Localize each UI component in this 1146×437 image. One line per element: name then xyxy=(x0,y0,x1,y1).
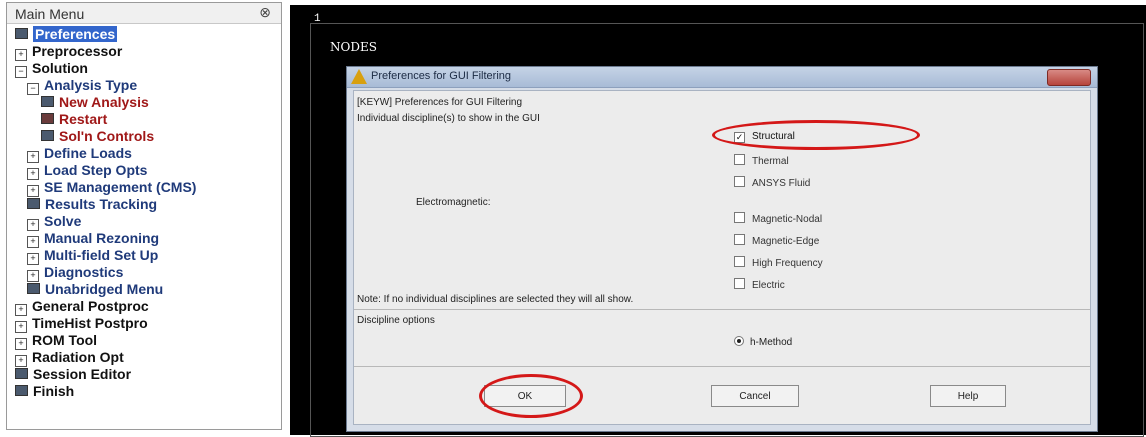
main-menu-panel: Main Menu ⊗ Preferences + Preprocessor − S… xyxy=(6,2,282,430)
menu-item-label: General Postproc xyxy=(32,298,149,314)
menu-item-label: Radiation Opt xyxy=(32,349,124,365)
menu-item-label: Load Step Opts xyxy=(44,162,148,178)
dialog-titlebar[interactable]: Preferences for GUI Filtering xyxy=(347,67,1097,88)
menu-item-manual-rezoning[interactable]: + Manual Rezoning xyxy=(27,230,160,248)
close-button[interactable] xyxy=(1047,69,1091,86)
menu-item-label: ROM Tool xyxy=(32,332,98,348)
window-number: 1 xyxy=(314,13,321,25)
checkbox-high-frequency[interactable]: High Frequency xyxy=(734,255,823,269)
leaf-icon xyxy=(27,283,40,294)
checkbox-label: Magnetic-Edge xyxy=(752,236,820,247)
main-menu-title: Main Menu xyxy=(15,6,85,22)
radio-h-method[interactable]: h-Method xyxy=(734,335,792,348)
checkbox-label: ANSYS Fluid xyxy=(752,178,811,189)
menu-item-diagnostics[interactable]: + Diagnostics xyxy=(27,264,124,282)
cancel-button[interactable]: Cancel xyxy=(711,385,799,407)
checkbox-magnetic-edge[interactable]: Magnetic-Edge xyxy=(734,233,819,247)
leaf-icon xyxy=(41,113,54,124)
menu-item-label: Session Editor xyxy=(33,366,132,382)
menu-item-multi-field-setup[interactable]: + Multi-field Set Up xyxy=(27,247,159,265)
checkbox-label: Electric xyxy=(752,280,785,291)
menu-item-label: Define Loads xyxy=(44,145,132,161)
checkbox-label: Thermal xyxy=(752,156,789,167)
checkbox-label: High Frequency xyxy=(752,258,823,269)
checkbox-thermal[interactable]: Thermal xyxy=(734,153,789,167)
leaf-icon xyxy=(15,368,28,379)
menu-item-preprocessor[interactable]: + Preprocessor xyxy=(15,43,123,61)
leaf-icon xyxy=(15,28,28,39)
collapse-icon: − xyxy=(15,66,27,78)
checkbox-ansys-fluid[interactable]: ANSYS Fluid xyxy=(734,175,810,189)
menu-item-define-loads[interactable]: + Define Loads xyxy=(27,145,132,163)
ansys-logo-icon xyxy=(351,69,367,84)
divider xyxy=(354,366,1090,367)
menu-item-new-analysis[interactable]: New Analysis xyxy=(41,94,149,110)
menu-item-analysis-type[interactable]: − Analysis Type xyxy=(27,77,138,95)
help-button[interactable]: Help xyxy=(930,385,1006,407)
main-menu-header: Main Menu ⊗ xyxy=(7,3,281,24)
menu-item-solve[interactable]: + Solve xyxy=(27,213,82,231)
menu-item-results-tracking[interactable]: Results Tracking xyxy=(27,196,157,212)
menu-item-label: New Analysis xyxy=(59,94,149,110)
collapse-menu-icon[interactable]: ⊗ xyxy=(259,4,271,21)
highlight-ring-structural xyxy=(712,120,920,150)
preferences-dialog: Preferences for GUI Filtering [KEYW] Pre… xyxy=(346,66,1098,432)
menu-item-label: SE Management (CMS) xyxy=(44,179,197,195)
menu-item-session-editor[interactable]: Session Editor xyxy=(15,366,131,382)
menu-item-label: Multi-field Set Up xyxy=(44,247,159,263)
menu-item-load-step-opts[interactable]: + Load Step Opts xyxy=(27,162,148,180)
menu-item-label: Solution xyxy=(32,60,88,76)
dialog-note: Note: If no individual disciplines are s… xyxy=(357,294,634,305)
menu-item-label: Unabridged Menu xyxy=(45,281,164,297)
menu-item-se-management[interactable]: + SE Management (CMS) xyxy=(27,179,197,197)
menu-item-finish[interactable]: Finish xyxy=(15,383,74,399)
menu-item-label: Preprocessor xyxy=(32,43,123,59)
radio-selected-icon xyxy=(734,336,744,346)
menu-item-restart[interactable]: Restart xyxy=(41,111,107,127)
electromagnetic-label: Electromagnetic: xyxy=(416,197,491,208)
leaf-icon xyxy=(15,385,28,396)
checkbox-electric[interactable]: Electric xyxy=(734,277,785,291)
dialog-title: Preferences for GUI Filtering xyxy=(371,70,511,82)
menu-item-label: Solve xyxy=(44,213,82,229)
leaf-icon xyxy=(27,198,40,209)
menu-item-timehist-postpro[interactable]: + TimeHist Postpro xyxy=(15,315,148,333)
menu-item-rom-tool[interactable]: + ROM Tool xyxy=(15,332,98,350)
menu-item-preferences[interactable]: Preferences xyxy=(15,26,118,42)
dialog-header: [KEYW] Preferences for GUI Filtering xyxy=(357,97,523,108)
menu-item-label: Restart xyxy=(59,111,108,127)
menu-tree: Preferences + Preprocessor − Solution − Ana… xyxy=(7,24,281,429)
collapse-icon: − xyxy=(27,83,39,95)
plot-label: NODES xyxy=(330,40,377,54)
leaf-icon xyxy=(41,96,54,107)
dialog-subheader: Individual discipline(s) to show in the … xyxy=(357,113,540,124)
menu-item-label: Analysis Type xyxy=(44,77,138,93)
menu-item-label: Manual Rezoning xyxy=(44,230,160,246)
menu-item-label: Diagnostics xyxy=(44,264,124,280)
checkbox-label: Magnetic-Nodal xyxy=(752,214,823,225)
menu-item-radiation-opt[interactable]: + Radiation Opt xyxy=(15,349,124,367)
menu-item-label: Sol'n Controls xyxy=(59,128,155,144)
menu-item-label: Finish xyxy=(33,383,75,399)
radio-label: h-Method xyxy=(750,337,793,348)
divider xyxy=(354,309,1090,310)
menu-item-solution[interactable]: − Solution xyxy=(15,60,88,78)
menu-item-unabridged-menu[interactable]: Unabridged Menu xyxy=(27,281,163,297)
menu-item-general-postproc[interactable]: + General Postproc xyxy=(15,298,149,316)
menu-item-label: TimeHist Postpro xyxy=(32,315,148,331)
menu-item-soln-controls[interactable]: Sol'n Controls xyxy=(41,128,154,144)
menu-item-label: Preferences xyxy=(33,26,118,42)
menu-item-label: Results Tracking xyxy=(45,196,158,212)
discipline-options-label: Discipline options xyxy=(357,315,435,326)
leaf-icon xyxy=(41,130,54,141)
highlight-ring-ok xyxy=(479,374,583,418)
checkbox-magnetic-nodal[interactable]: Magnetic-Nodal xyxy=(734,211,822,225)
